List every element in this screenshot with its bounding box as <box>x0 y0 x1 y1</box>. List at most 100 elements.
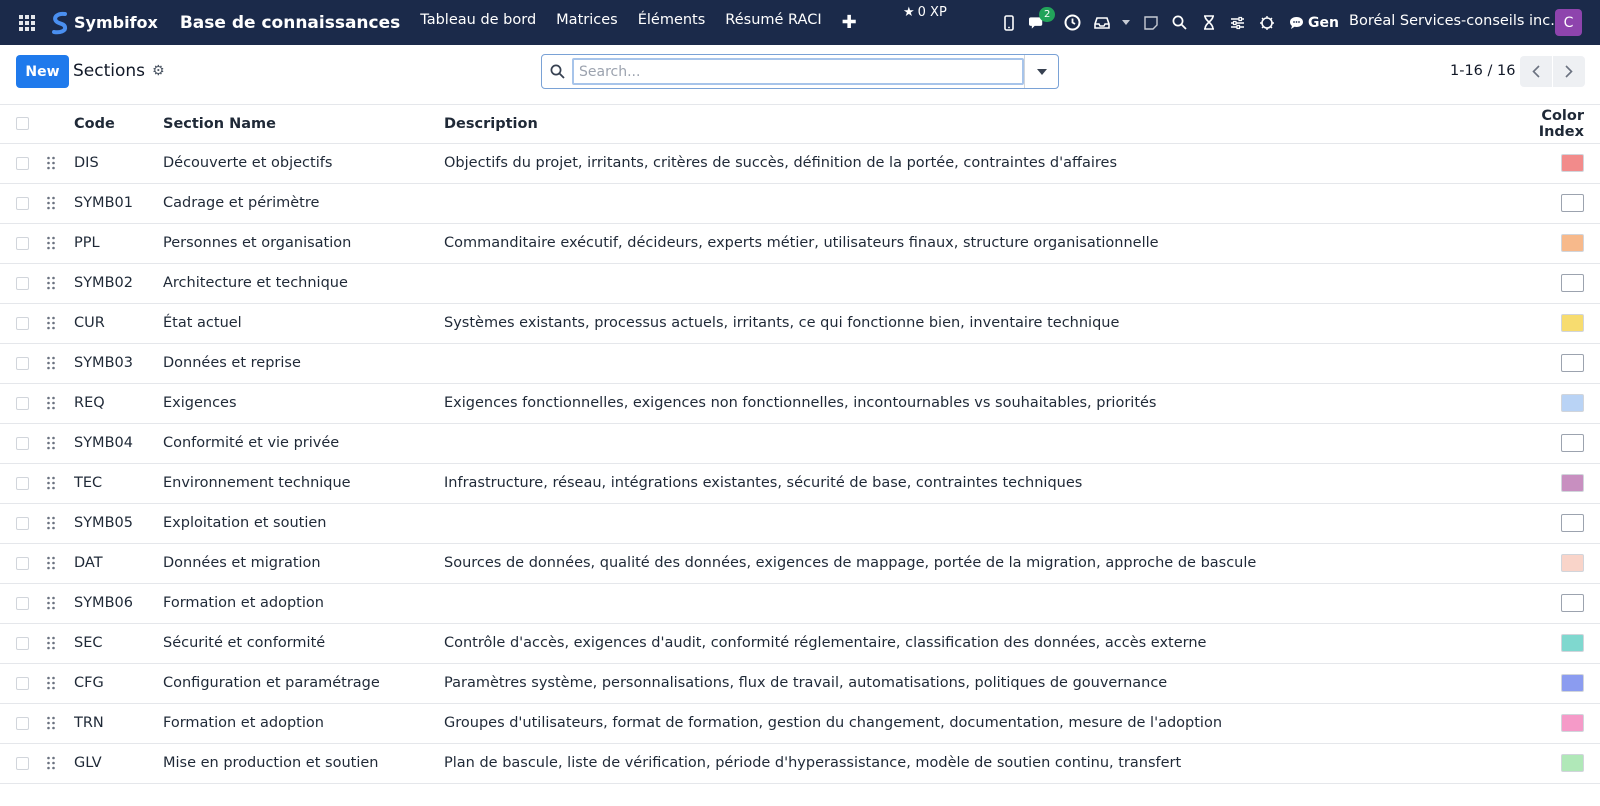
search-input[interactable] <box>572 58 1024 85</box>
inbox-icon[interactable] <box>1093 14 1110 31</box>
gen-assistant-button[interactable]: Gen <box>1289 15 1339 31</box>
drag-handle-icon[interactable] <box>46 676 56 690</box>
color-swatch[interactable] <box>1561 674 1584 692</box>
row-checkbox[interactable] <box>16 476 29 490</box>
hourglass-icon[interactable] <box>1200 14 1217 31</box>
row-checkbox[interactable] <box>16 516 29 530</box>
color-swatch[interactable] <box>1561 234 1584 252</box>
mobile-icon[interactable] <box>1000 14 1017 31</box>
note-icon[interactable] <box>1142 14 1159 31</box>
chat-icon[interactable]: 2 <box>1029 7 1056 31</box>
drag-handle-icon[interactable] <box>46 276 56 290</box>
pager-next-button[interactable] <box>1553 56 1585 87</box>
row-checkbox[interactable] <box>16 196 29 210</box>
column-header-color-index[interactable]: Color Index <box>1504 105 1600 143</box>
row-checkbox[interactable] <box>16 236 29 250</box>
brand[interactable]: Symbifox <box>50 11 158 35</box>
row-checkbox[interactable] <box>16 676 29 690</box>
color-swatch[interactable] <box>1561 514 1584 532</box>
caret-down-icon[interactable] <box>1122 14 1130 31</box>
table-row[interactable]: GLV Mise en production et soutien Plan de … <box>0 743 1600 783</box>
color-swatch[interactable] <box>1561 634 1584 652</box>
table-row[interactable]: SYMB01 Cadrage et périmètre <box>0 183 1600 223</box>
color-swatch[interactable] <box>1561 314 1584 332</box>
cell-section-name: État actuel <box>163 315 242 331</box>
table-row[interactable]: CFG Configuration et paramétrage Paramètre… <box>0 663 1600 703</box>
color-swatch[interactable] <box>1561 474 1584 492</box>
bug-icon[interactable] <box>1258 14 1275 31</box>
apps-menu-icon[interactable] <box>6 0 48 45</box>
drag-handle-icon[interactable] <box>46 316 56 330</box>
activity-clock-icon[interactable] <box>1064 14 1081 31</box>
table-row[interactable]: SYMB06 Formation et adoption <box>0 583 1600 623</box>
drag-handle-icon[interactable] <box>46 756 56 770</box>
drag-handle-icon[interactable] <box>46 436 56 450</box>
menu-item-matrices[interactable]: Matrices <box>556 12 618 33</box>
table-row[interactable]: SYMB04 Conformité et vie privée <box>0 423 1600 463</box>
drag-handle-icon[interactable] <box>46 596 56 610</box>
table-row[interactable]: CUR État actuel Systèmes existants, proces… <box>0 303 1600 343</box>
color-swatch[interactable] <box>1561 354 1584 372</box>
gear-icon[interactable]: ⚙ <box>152 63 165 79</box>
drag-handle-icon[interactable] <box>46 156 56 170</box>
color-swatch[interactable] <box>1561 394 1584 412</box>
table-row[interactable]: SYMB03 Données et reprise <box>0 343 1600 383</box>
drag-handle-icon[interactable] <box>46 196 56 210</box>
color-swatch[interactable] <box>1561 434 1584 452</box>
row-checkbox[interactable] <box>16 636 29 650</box>
table-row[interactable]: SYMB05 Exploitation et soutien <box>0 503 1600 543</box>
drag-handle-icon[interactable] <box>46 636 56 650</box>
table-row[interactable]: TRN Formation et adoption Groupes d'utilis… <box>0 703 1600 743</box>
color-swatch[interactable] <box>1561 154 1584 172</box>
sliders-icon[interactable] <box>1229 14 1246 31</box>
row-checkbox[interactable] <box>16 396 29 410</box>
drag-handle-icon[interactable] <box>46 356 56 370</box>
column-header-description[interactable]: Description <box>444 105 1504 143</box>
color-swatch[interactable] <box>1561 754 1584 772</box>
company-switcher[interactable]: Boréal Services-conseils inc. <box>1349 13 1555 29</box>
menu-item-elements[interactable]: Éléments <box>638 12 706 33</box>
color-swatch[interactable] <box>1561 714 1584 732</box>
xp-counter[interactable]: ★ 0 XP <box>903 5 947 20</box>
row-checkbox[interactable] <box>16 316 29 330</box>
table-row[interactable]: REQ Exigences Exigences fonctionnelles, ex… <box>0 383 1600 423</box>
color-swatch[interactable] <box>1561 194 1584 212</box>
search-options-toggle[interactable] <box>1024 55 1058 88</box>
add-menu-icon[interactable]: ✚ <box>842 12 857 33</box>
table-row[interactable]: SEC Sécurité et conformité Contrôle d'accè… <box>0 623 1600 663</box>
table-row[interactable]: DAT Données et migration Sources de donnée… <box>0 543 1600 583</box>
color-swatch[interactable] <box>1561 274 1584 292</box>
table-row[interactable]: TEC Environnement technique Infrastructure… <box>0 463 1600 503</box>
search-icon[interactable] <box>1171 14 1188 31</box>
row-checkbox[interactable] <box>16 436 29 450</box>
cell-code: DIS <box>74 155 99 171</box>
column-header-code[interactable]: Code <box>74 105 163 143</box>
color-swatch[interactable] <box>1561 594 1584 612</box>
table-row[interactable]: SYMB02 Architecture et technique <box>0 263 1600 303</box>
menu-item-raci-summary[interactable]: Résumé RACI <box>725 12 821 33</box>
row-checkbox[interactable] <box>16 596 29 610</box>
drag-handle-icon[interactable] <box>46 476 56 490</box>
drag-handle-icon[interactable] <box>46 716 56 730</box>
row-checkbox[interactable] <box>16 756 29 770</box>
color-swatch[interactable] <box>1561 554 1584 572</box>
app-title[interactable]: Base de connaissances <box>180 13 400 33</box>
new-button[interactable]: New <box>16 55 69 88</box>
row-checkbox[interactable] <box>16 556 29 570</box>
pager-previous-button[interactable] <box>1520 56 1552 87</box>
pager-value[interactable]: 1-16 / 16 <box>1450 63 1515 79</box>
select-all-checkbox[interactable] <box>16 117 29 131</box>
table-row[interactable]: PPL Personnes et organisation Commanditair… <box>0 223 1600 263</box>
drag-handle-icon[interactable] <box>46 556 56 570</box>
table-row[interactable]: DIS Découverte et objectifs Objectifs du p… <box>0 143 1600 183</box>
row-checkbox[interactable] <box>16 716 29 730</box>
user-avatar[interactable]: C <box>1555 9 1582 36</box>
column-header-section-name[interactable]: Section Name <box>163 105 444 143</box>
row-checkbox[interactable] <box>16 276 29 290</box>
drag-handle-icon[interactable] <box>46 516 56 530</box>
row-checkbox[interactable] <box>16 356 29 370</box>
row-checkbox[interactable] <box>16 156 29 170</box>
menu-item-dashboard[interactable]: Tableau de bord <box>420 12 536 33</box>
drag-handle-icon[interactable] <box>46 396 56 410</box>
drag-handle-icon[interactable] <box>46 236 56 250</box>
